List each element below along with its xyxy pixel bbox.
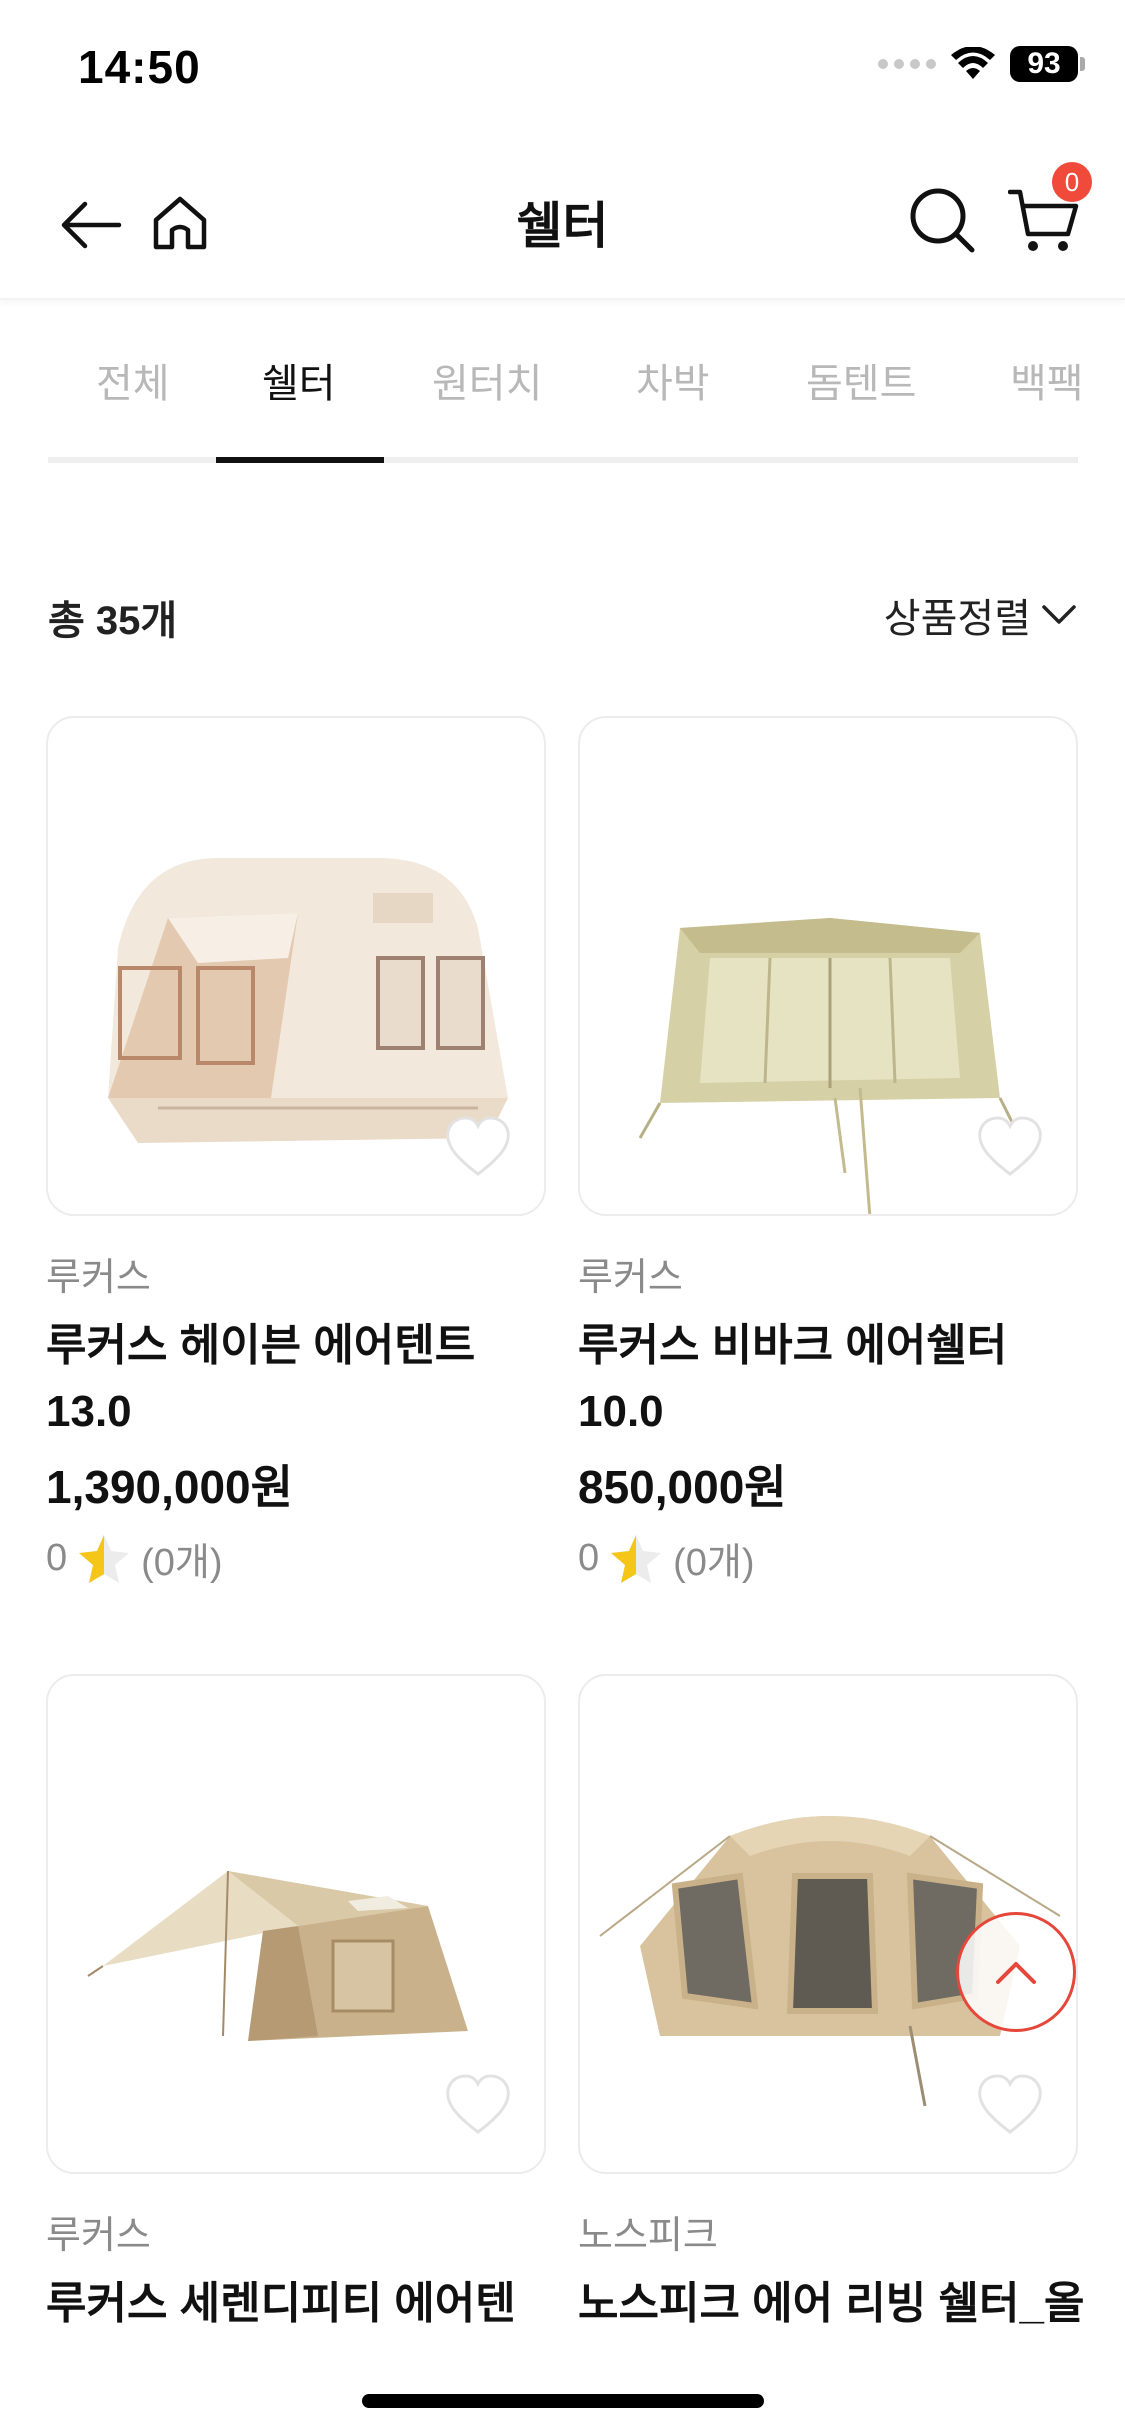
product-name-line: 노스피크 에어 리빙 쉘터_올 xyxy=(578,2279,1085,2328)
product-image[interactable] xyxy=(578,716,1078,1216)
product-name-line: 루커스 세렌디피티 에어텐 xyxy=(46,2279,516,2328)
search-icon xyxy=(910,188,975,253)
top-navigation-bar: 쉘터 0 xyxy=(0,150,1125,300)
product-name-line: 루커스 헤이븐 에어텐트 xyxy=(46,1321,476,1370)
heart-icon[interactable] xyxy=(444,2074,512,2136)
product-price: 850,000원 xyxy=(578,1461,787,1513)
product-card[interactable]: 루커스 루커스 비바크 에어쉘터 10.0 850,000원 0 (0개) xyxy=(578,716,1078,1586)
product-name[interactable]: 루커스 헤이븐 에어텐트 13.0 xyxy=(46,1313,546,1445)
tab-one-touch[interactable]: 원터치 xyxy=(432,351,542,409)
status-bar: 14:50 93 xyxy=(0,0,1125,140)
product-rating: 0 (0개) xyxy=(578,1531,1078,1586)
review-count: (0개) xyxy=(673,1542,755,1584)
sort-dropdown[interactable]: 상품정렬 xyxy=(884,586,1077,644)
scroll-to-top-button[interactable] xyxy=(956,1912,1076,2032)
product-image[interactable] xyxy=(46,1674,546,2174)
listing-toolbar: 총 35개 상품정렬 xyxy=(48,580,1077,643)
tab-shelter[interactable]: 쉘터 xyxy=(262,351,336,409)
rating-score: 0 xyxy=(46,1537,68,1579)
tab-dome-tent[interactable]: 돔텐트 xyxy=(806,351,916,409)
tab-car-camping[interactable]: 차박 xyxy=(636,351,710,409)
product-card[interactable]: 루커스 루커스 헤이븐 에어텐트 13.0 1,390,000원 0 (0개) xyxy=(46,716,546,1586)
product-brand: 루커스 xyxy=(46,1257,151,1299)
status-indicators: 93 xyxy=(878,46,1085,82)
product-brand: 노스피크 xyxy=(578,2215,718,2257)
product-name-line: 13.0 xyxy=(46,1387,132,1436)
home-indicator xyxy=(362,2394,764,2408)
cart-count-badge: 0 xyxy=(1052,162,1092,202)
battery-icon: 93 xyxy=(1010,46,1085,82)
heart-icon[interactable] xyxy=(976,2074,1044,2136)
heart-icon[interactable] xyxy=(444,1116,512,1178)
tab-all[interactable]: 전체 xyxy=(96,351,170,409)
category-tabs-container: 전체 쉘터 원터치 차박 돔텐트 백팩 xyxy=(0,305,1080,465)
half-star-icon xyxy=(79,1534,130,1583)
product-name[interactable]: 루커스 세렌디피티 에어텐 xyxy=(46,2271,546,2337)
category-tabs: 전체 쉘터 원터치 차박 돔텐트 백팩 xyxy=(48,305,1080,463)
wifi-icon xyxy=(951,47,995,79)
rating-score: 0 xyxy=(578,1537,600,1579)
product-name-line: 루커스 비바크 에어쉘터 xyxy=(578,1321,1008,1370)
chevron-down-icon xyxy=(1042,605,1076,624)
product-rating: 0 (0개) xyxy=(46,1531,546,1586)
product-brand: 루커스 xyxy=(578,1257,683,1299)
active-tab-indicator xyxy=(216,457,384,463)
cellular-signal-icon xyxy=(878,59,936,69)
battery-level: 93 xyxy=(1010,46,1078,82)
half-star-icon xyxy=(611,1534,662,1583)
search-button[interactable] xyxy=(902,180,982,260)
heart-icon[interactable] xyxy=(976,1116,1044,1178)
product-name[interactable]: 루커스 비바크 에어쉘터 10.0 xyxy=(578,1313,1078,1445)
product-name[interactable]: 노스피크 에어 리빙 쉘터_올 xyxy=(578,2271,1085,2337)
cart-button[interactable]: 0 xyxy=(1004,162,1092,260)
review-count: (0개) xyxy=(141,1542,223,1584)
total-product-count: 총 35개 xyxy=(48,599,178,643)
product-price: 1,390,000원 xyxy=(46,1461,293,1513)
status-time: 14:50 xyxy=(78,41,201,93)
sort-label: 상품정렬 xyxy=(883,597,1031,641)
product-brand: 루커스 xyxy=(46,2215,151,2257)
product-name-line: 10.0 xyxy=(578,1387,664,1436)
chevron-up-icon xyxy=(996,1962,1036,1984)
product-image[interactable] xyxy=(46,716,546,1216)
tab-backpacking[interactable]: 백팩 xyxy=(1010,351,1080,409)
product-card[interactable]: 루커스 루커스 세렌디피티 에어텐 xyxy=(46,1674,546,2337)
